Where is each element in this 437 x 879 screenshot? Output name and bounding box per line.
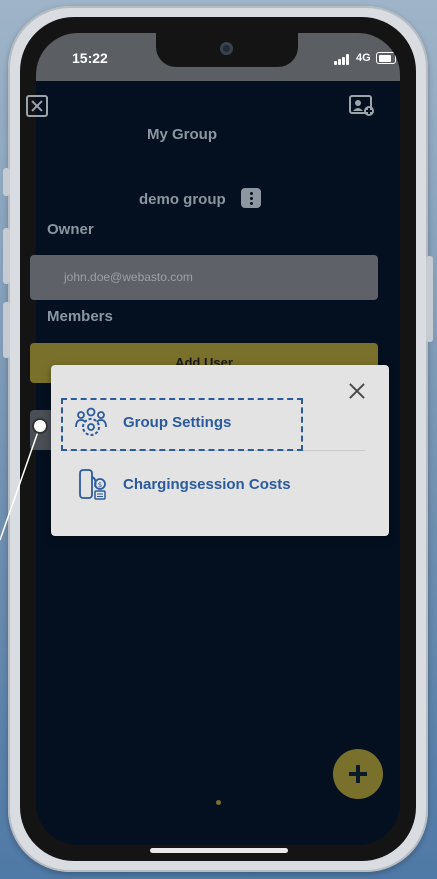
menu-item-chargingsession-costs[interactable]: $ Chargingsession Costs bbox=[65, 459, 365, 511]
svg-text:$: $ bbox=[98, 481, 102, 489]
battery-level bbox=[378, 54, 391, 62]
home-indicator[interactable] bbox=[150, 848, 288, 853]
members-label: Members bbox=[47, 308, 113, 325]
front-camera bbox=[220, 42, 233, 55]
page-indicator bbox=[216, 800, 221, 805]
volume-down-button bbox=[3, 302, 10, 358]
battery-icon bbox=[376, 52, 399, 64]
power-button bbox=[426, 256, 433, 342]
add-fab-button[interactable] bbox=[333, 749, 383, 799]
group-name: demo group bbox=[139, 191, 226, 208]
page-title: My Group bbox=[147, 126, 217, 143]
menu-item-label: Chargingsession Costs bbox=[123, 476, 291, 493]
more-options-icon[interactable] bbox=[241, 188, 261, 208]
notch bbox=[156, 33, 298, 67]
network-type: 4G bbox=[356, 52, 371, 64]
signal-icon bbox=[334, 54, 351, 65]
volume-up-button bbox=[3, 228, 10, 284]
owner-email: john.doe@webasto.com bbox=[64, 270, 193, 284]
silent-switch bbox=[3, 168, 10, 196]
close-icon[interactable] bbox=[26, 95, 48, 117]
status-time: 15:22 bbox=[72, 50, 108, 66]
highlight-box bbox=[61, 398, 303, 451]
charger-cost-icon: $ bbox=[79, 469, 106, 500]
add-contact-icon[interactable] bbox=[349, 95, 375, 117]
owner-email-field: john.doe@webasto.com bbox=[30, 255, 378, 300]
owner-label: Owner bbox=[47, 221, 94, 238]
